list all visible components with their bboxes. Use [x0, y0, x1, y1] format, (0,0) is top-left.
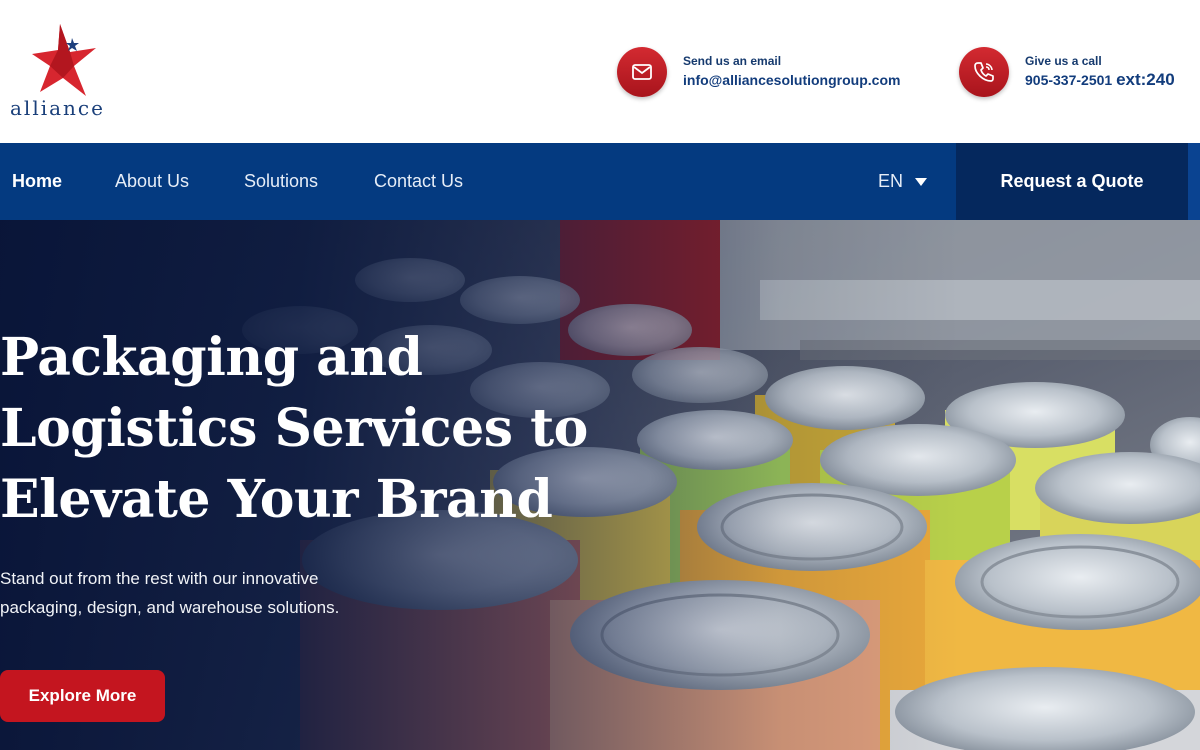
star-logo-icon [32, 24, 96, 96]
alliance-logo[interactable]: alliance [10, 22, 110, 122]
hero-section: Packaging and Logistics Services to Elev… [0, 220, 1200, 750]
phone-number-link[interactable]: 905-337-2501 ext:240 [1025, 70, 1175, 90]
hero-title-line: Packaging and [0, 327, 423, 388]
hero-title-line: Logistics Services to [0, 398, 588, 459]
nav-item-about-us[interactable]: About Us [115, 143, 189, 220]
mail-icon [617, 47, 667, 97]
main-navbar: Home About Us Solutions Contact Us EN Re… [0, 143, 1200, 220]
phone-label: Give us a call [1025, 54, 1102, 68]
nav-item-home[interactable]: Home [12, 143, 62, 220]
caret-down-icon [915, 177, 928, 186]
top-header: alliance Send us an email info@alliances… [0, 0, 1200, 143]
language-selector[interactable]: EN [878, 143, 928, 220]
hero-title: Packaging and Logistics Services to Elev… [0, 322, 600, 535]
phone-number: 905-337-2501 [1025, 72, 1113, 88]
navbar-edge [1188, 143, 1200, 220]
logo-wordmark: alliance [10, 96, 105, 120]
phone-extension: ext:240 [1116, 70, 1175, 89]
request-quote-button[interactable]: Request a Quote [956, 143, 1188, 220]
email-label: Send us an email [683, 54, 782, 68]
hero-subtitle-line: Stand out from the rest with our innovat… [0, 569, 319, 588]
hero-subtitle-line: packaging, design, and warehouse solutio… [0, 598, 340, 617]
nav-item-contact-us[interactable]: Contact Us [374, 143, 463, 220]
explore-more-button[interactable]: Explore More [0, 670, 165, 722]
language-label: EN [878, 171, 904, 191]
nav-item-solutions[interactable]: Solutions [244, 143, 318, 220]
hero-subtitle: Stand out from the rest with our innovat… [0, 564, 420, 622]
email-contact[interactable]: Send us an email info@alliancesolutiongr… [617, 47, 900, 97]
hero-title-line: Elevate Your Brand [0, 469, 553, 530]
email-contact-text: Send us an email info@alliancesolutiongr… [683, 54, 900, 90]
phone-contact[interactable]: Give us a call 905-337-2501 ext:240 [959, 47, 1175, 97]
phone-icon [959, 47, 1009, 97]
phone-contact-text: Give us a call 905-337-2501 ext:240 [1025, 54, 1175, 90]
email-address-link[interactable]: info@alliancesolutiongroup.com [683, 70, 900, 90]
